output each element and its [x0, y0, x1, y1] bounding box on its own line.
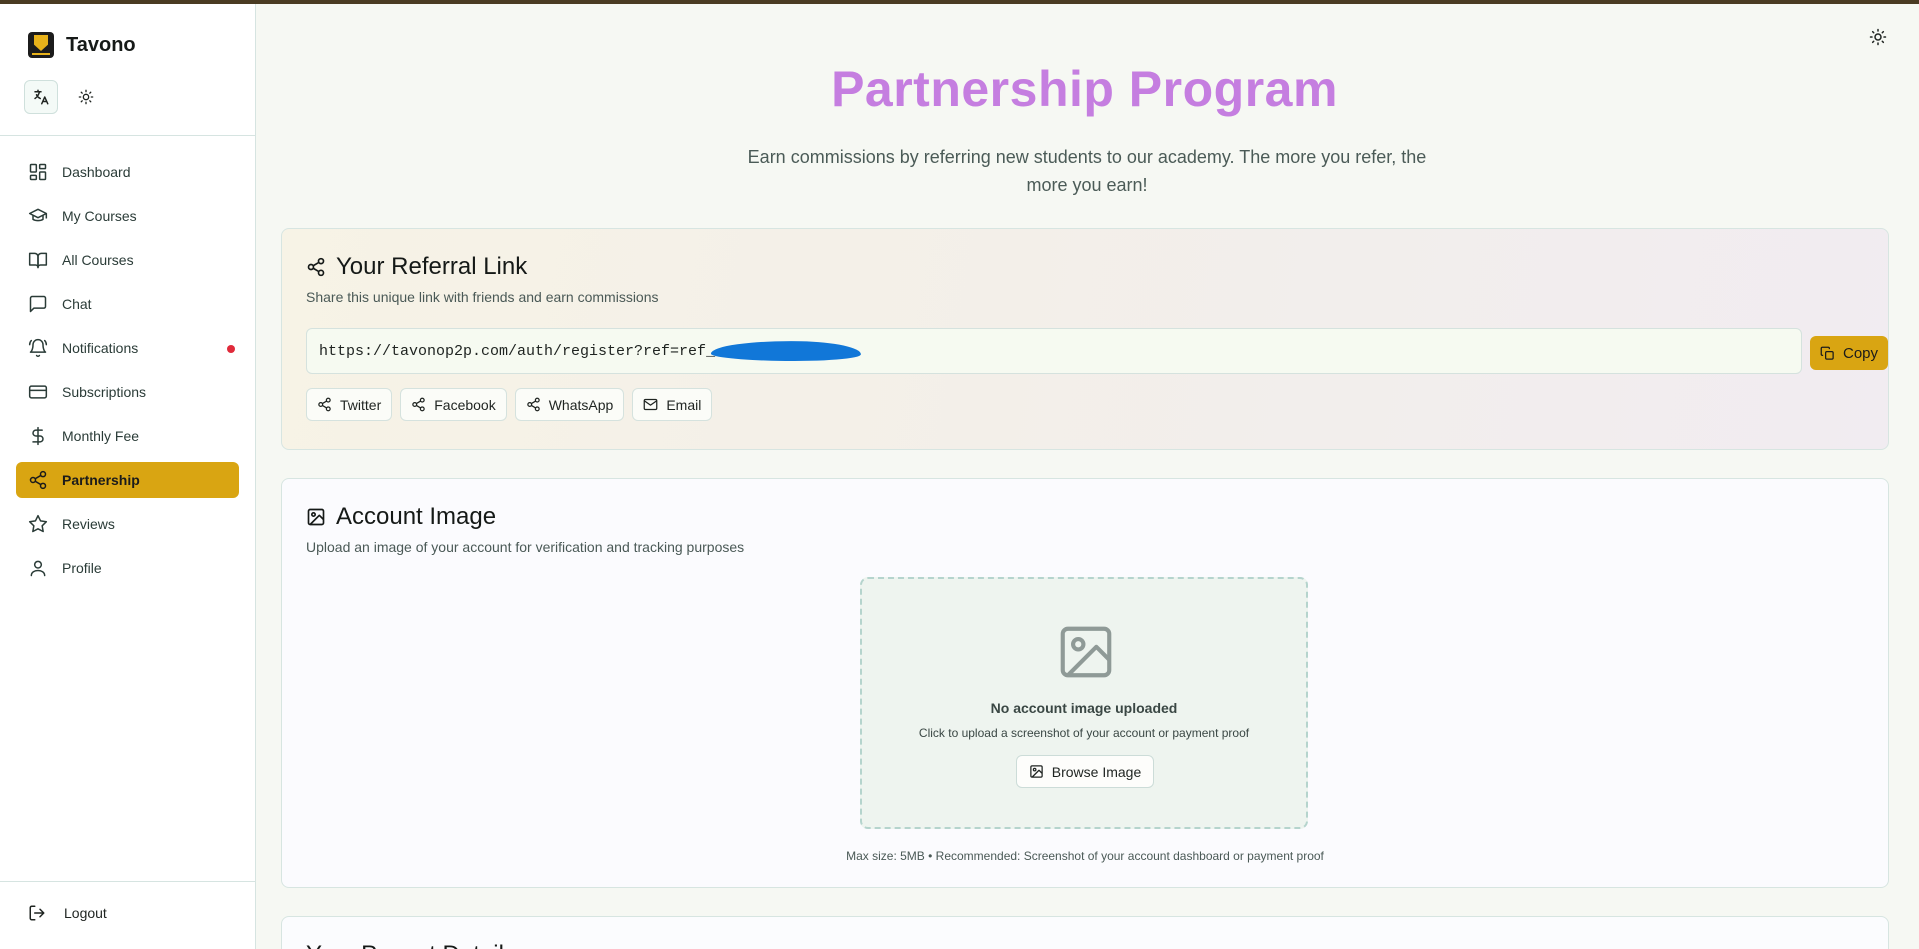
sidebar-item-label: Notifications: [62, 340, 139, 356]
max-size-note: Max size: 5MB • Recommended: Screenshot …: [846, 849, 1324, 863]
share-icon: [29, 470, 47, 490]
referral-card-title: Your Referral Link: [336, 253, 528, 280]
share-twitter-button[interactable]: Twitter: [306, 388, 393, 421]
share-facebook-button[interactable]: Facebook: [400, 388, 507, 421]
share-button-label: Email: [666, 396, 702, 413]
share-button-label: Twitter: [340, 396, 382, 413]
referral-link-field[interactable]: https://tavonop2p.com/auth/register?ref=…: [306, 328, 1802, 374]
image-placeholder-icon: [1060, 626, 1112, 678]
book-open-icon: [28, 252, 48, 269]
page-title: Partnership Program: [831, 61, 1338, 117]
chat-icon: [29, 295, 47, 313]
tavono-logo: [28, 32, 54, 58]
sidebar-item-label: Profile: [62, 560, 102, 576]
sidebar-item-profile[interactable]: Profile: [16, 550, 239, 586]
browse-image-label: Browse Image: [1051, 763, 1142, 780]
brand-name: Tavono: [66, 33, 136, 56]
account-image-title: Account Image: [336, 503, 497, 530]
share-icon: [412, 397, 425, 412]
sidebar-item-label: Chat: [62, 296, 92, 312]
sidebar-item-label: My Courses: [62, 208, 137, 224]
logout-label: Logout: [64, 905, 107, 921]
credit-card-icon: [28, 385, 48, 399]
theme-toggle-corner[interactable]: [1869, 28, 1891, 50]
sidebar-item-dashboard[interactable]: Dashboard: [16, 154, 239, 190]
image-upload-dropzone[interactable]: No account image uploaded Click to uploa…: [860, 577, 1308, 829]
sun-icon: [78, 89, 94, 105]
mail-icon: [643, 398, 658, 411]
share-email-button[interactable]: Email: [632, 388, 713, 421]
sidebar: Tavono Dashboard My Courses All Courses …: [0, 4, 256, 949]
sidebar-item-my-courses[interactable]: My Courses: [16, 198, 239, 234]
account-image-description: Upload an image of your account for veri…: [306, 539, 745, 555]
sun-icon: [1869, 28, 1887, 46]
share-button-label: WhatsApp: [548, 396, 614, 413]
sidebar-item-monthly-fee[interactable]: Monthly Fee: [16, 418, 239, 454]
payout-details-title: Your Payout Details: [306, 941, 516, 949]
sidebar-item-label: Subscriptions: [62, 384, 147, 400]
graduation-cap-icon: [28, 208, 48, 222]
share-icon: [307, 257, 325, 277]
upload-empty-hint: Click to upload a screenshot of your acc…: [918, 726, 1250, 740]
sidebar-item-label: Monthly Fee: [62, 428, 140, 444]
sidebar-item-label: Dashboard: [62, 164, 131, 180]
translate-icon: [34, 89, 49, 105]
sidebar-nav: Dashboard My Courses All Courses Chat No…: [16, 154, 239, 594]
upload-empty-title: No account image uploaded: [990, 700, 1178, 716]
page-subtitle: Earn commissions by referring new studen…: [747, 147, 1427, 195]
image-icon: [307, 508, 325, 526]
share-icon: [318, 397, 331, 412]
language-button[interactable]: [24, 80, 58, 114]
sidebar-bottom-divider: [0, 881, 255, 882]
sidebar-item-chat[interactable]: Chat: [16, 286, 239, 322]
image-icon: [1030, 765, 1043, 778]
brand[interactable]: Tavono: [28, 32, 136, 58]
star-icon: [28, 514, 48, 533]
referral-link-text: https://tavonop2p.com/auth/register?ref=…: [319, 342, 716, 360]
copy-icon: [1820, 346, 1834, 360]
bell-icon: [28, 338, 48, 358]
share-whatsapp-button[interactable]: WhatsApp: [514, 388, 625, 421]
browse-image-button[interactable]: Browse Image: [1016, 755, 1154, 788]
dollar-icon: [32, 426, 44, 446]
sidebar-divider: [0, 135, 255, 136]
user-icon: [30, 560, 46, 577]
copy-button[interactable]: Copy: [1810, 336, 1888, 370]
main-content: Partnership Program Earn commissions by …: [257, 4, 1919, 949]
logout-icon: [29, 905, 45, 921]
redaction-scribble: [710, 339, 862, 363]
sidebar-item-subscriptions[interactable]: Subscriptions: [16, 374, 239, 410]
sidebar-tools: [24, 80, 98, 114]
sidebar-item-partnership[interactable]: Partnership: [16, 462, 239, 498]
sidebar-item-label: Reviews: [62, 516, 115, 532]
referral-card-header: Your Referral Link: [306, 253, 527, 281]
notification-dot: [227, 345, 235, 353]
share-icon: [526, 397, 540, 412]
sidebar-item-label: All Courses: [62, 252, 134, 268]
account-image-card: Account Image Upload an image of your ac…: [281, 478, 1889, 888]
referral-link-card: Your Referral Link Share this unique lin…: [281, 228, 1889, 450]
sidebar-item-label: Partnership: [62, 472, 140, 488]
account-image-header: Account Image: [306, 503, 496, 531]
sidebar-item-reviews[interactable]: Reviews: [16, 506, 239, 542]
payout-details-card: Your Payout Details: [281, 916, 1889, 949]
dashboard-icon: [29, 163, 47, 181]
theme-toggle-button[interactable]: [74, 85, 98, 109]
sidebar-item-all-courses[interactable]: All Courses: [16, 242, 239, 278]
sidebar-item-notifications[interactable]: Notifications: [16, 330, 239, 366]
copy-button-label: Copy: [1842, 344, 1879, 362]
referral-card-description: Share this unique link with friends and …: [306, 289, 659, 305]
share-button-label: Facebook: [434, 396, 496, 413]
share-buttons: Twitter Facebook WhatsApp Email: [306, 388, 713, 421]
logout-button[interactable]: Logout: [28, 904, 107, 922]
